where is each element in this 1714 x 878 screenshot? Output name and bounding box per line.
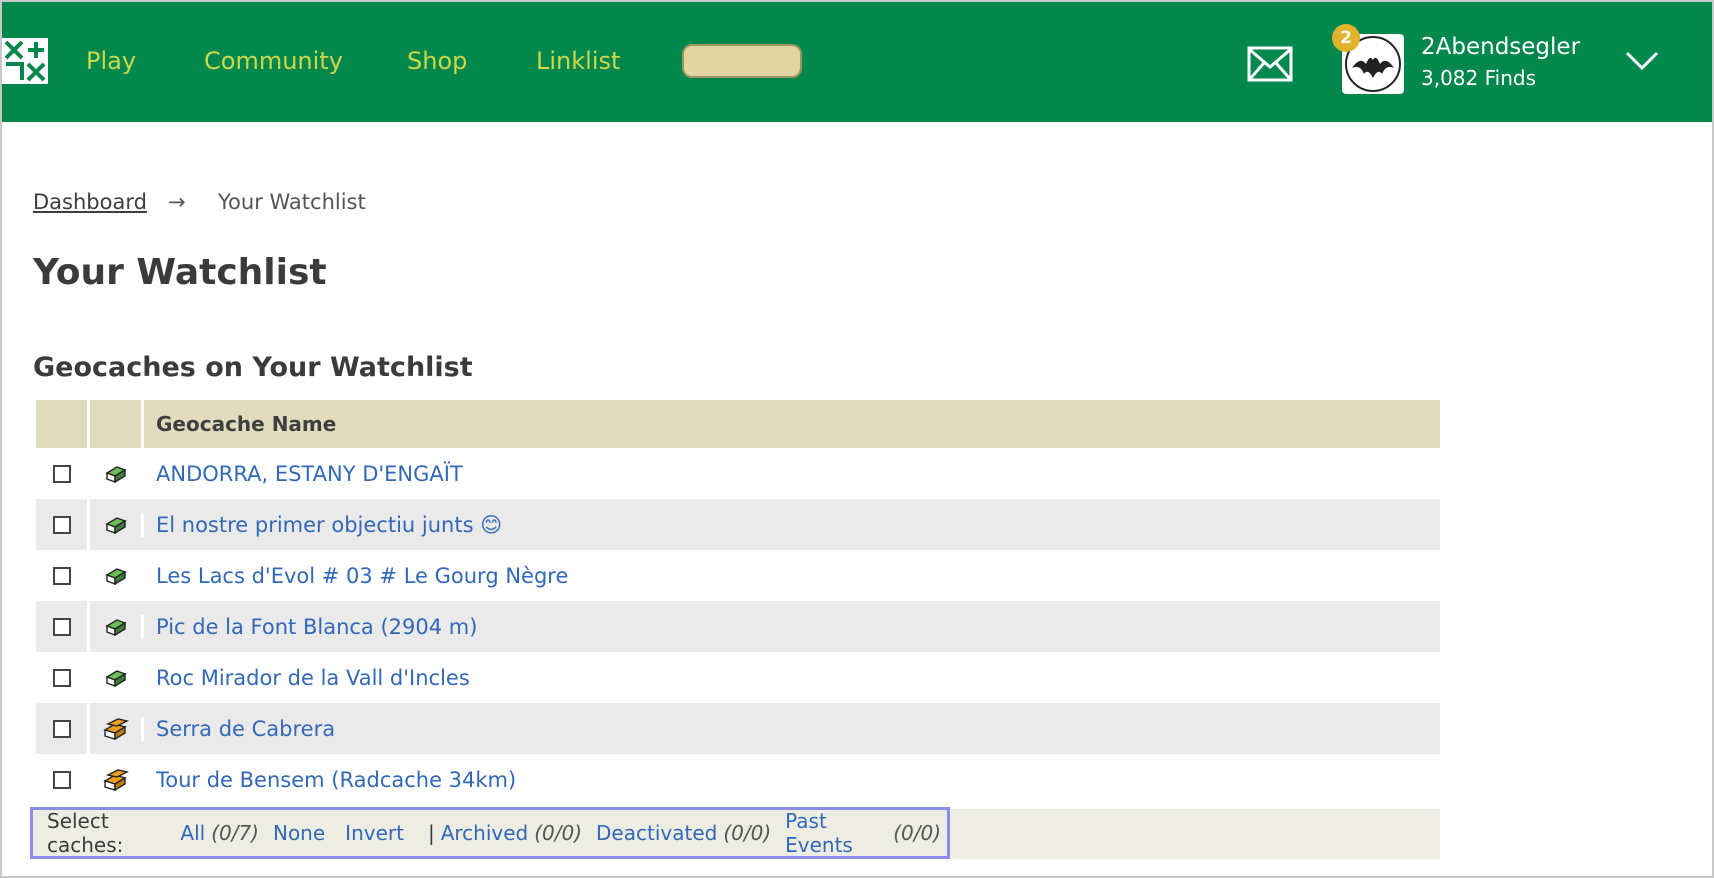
- geocache-name-link[interactable]: Roc Mirador de la Vall d'Incles: [141, 665, 1440, 690]
- select-invert-link[interactable]: Invert: [345, 821, 404, 845]
- select-deactivated-link[interactable]: Deactivated: [596, 821, 717, 845]
- table-row: Pic de la Font Blanca (2904 m): [36, 601, 1440, 652]
- table-header: Geocache Name: [36, 400, 1440, 448]
- row-checkbox[interactable]: [52, 668, 71, 687]
- geocache-name-link[interactable]: Pic de la Font Blanca (2904 m): [141, 614, 1440, 639]
- breadcrumb-arrow: →: [168, 190, 186, 214]
- select-caches-label: Select caches:: [47, 809, 124, 857]
- row-checkbox[interactable]: [52, 617, 71, 636]
- nav-linklist[interactable]: Linklist: [536, 42, 620, 80]
- search-pill[interactable]: [682, 44, 802, 78]
- finds-count: 3,082 Finds: [1421, 66, 1537, 90]
- notification-badge: 2: [1332, 24, 1360, 52]
- select-all-count: (0/7): [211, 821, 259, 845]
- breadcrumb-current: Your Watchlist: [218, 190, 366, 214]
- table-row: Tour de Bensem (Radcache 34km): [36, 754, 1440, 805]
- geocache-name-link[interactable]: El nostre primer objectiu junts 😊: [141, 512, 1440, 537]
- nav-community[interactable]: Community: [204, 42, 343, 80]
- traditional-cache-icon: [87, 550, 141, 601]
- row-checkbox[interactable]: [52, 719, 71, 738]
- page-title: Your Watchlist: [33, 252, 327, 293]
- nav-shop[interactable]: Shop: [407, 42, 467, 80]
- top-navigation-bar: Play Community Shop Linklist 2 2Abendseg…: [2, 2, 1712, 122]
- geocache-name-link[interactable]: ANDORRA, ESTANY D'ENGAÏT: [141, 461, 1440, 486]
- geocaching-logo-icon[interactable]: [2, 38, 48, 84]
- multi-cache-icon: [87, 754, 141, 805]
- section-title: Geocaches on Your Watchlist: [33, 352, 473, 383]
- chevron-down-icon[interactable]: [1624, 50, 1660, 76]
- nav-play[interactable]: Play: [86, 42, 136, 80]
- table-row: ANDORRA, ESTANY D'ENGAÏT: [36, 448, 1440, 499]
- header-geocache-name: Geocache Name: [144, 400, 1440, 448]
- row-checkbox[interactable]: [52, 566, 71, 585]
- geocache-name-link[interactable]: Serra de Cabrera: [141, 716, 1440, 741]
- geocache-name-link[interactable]: Tour de Bensem (Radcache 34km): [141, 767, 1440, 792]
- watchlist-table: Geocache Name ANDORRA, ESTANY D'ENGAÏT E…: [36, 400, 1440, 805]
- select-none-link[interactable]: None: [273, 821, 325, 845]
- breadcrumb-dashboard[interactable]: Dashboard: [33, 190, 147, 214]
- table-row: El nostre primer objectiu junts 😊: [36, 499, 1440, 550]
- divider: |: [427, 821, 435, 845]
- row-checkbox[interactable]: [52, 464, 71, 483]
- username[interactable]: 2Abendsegler: [1421, 34, 1580, 60]
- multi-cache-icon: [87, 703, 141, 754]
- deactivated-count: (0/0): [723, 821, 772, 845]
- archived-count: (0/0): [534, 821, 583, 845]
- traditional-cache-icon: [87, 448, 141, 499]
- table-row: Roc Mirador de la Vall d'Incles: [36, 652, 1440, 703]
- traditional-cache-icon: [87, 652, 141, 703]
- traditional-cache-icon: [87, 601, 141, 652]
- past-events-count: (0/0): [893, 821, 941, 845]
- select-archived-link[interactable]: Archived: [441, 821, 529, 845]
- geocache-name-link[interactable]: Les Lacs d'Evol # 03 # Le Gourg Nègre: [141, 563, 1440, 588]
- select-past-events-link[interactable]: Past Events: [785, 809, 887, 857]
- mail-icon[interactable]: [1247, 46, 1293, 86]
- select-all-link[interactable]: All: [180, 821, 205, 845]
- table-row: Les Lacs d'Evol # 03 # Le Gourg Nègre: [36, 550, 1440, 601]
- row-checkbox[interactable]: [52, 515, 71, 534]
- table-row: Serra de Cabrera: [36, 703, 1440, 754]
- select-caches-controls: Select caches: All (0/7) None Invert | A…: [30, 807, 950, 859]
- row-checkbox[interactable]: [52, 770, 71, 789]
- header-type-column: [90, 400, 141, 448]
- header-checkbox-column: [36, 400, 87, 448]
- traditional-cache-icon: [87, 499, 141, 550]
